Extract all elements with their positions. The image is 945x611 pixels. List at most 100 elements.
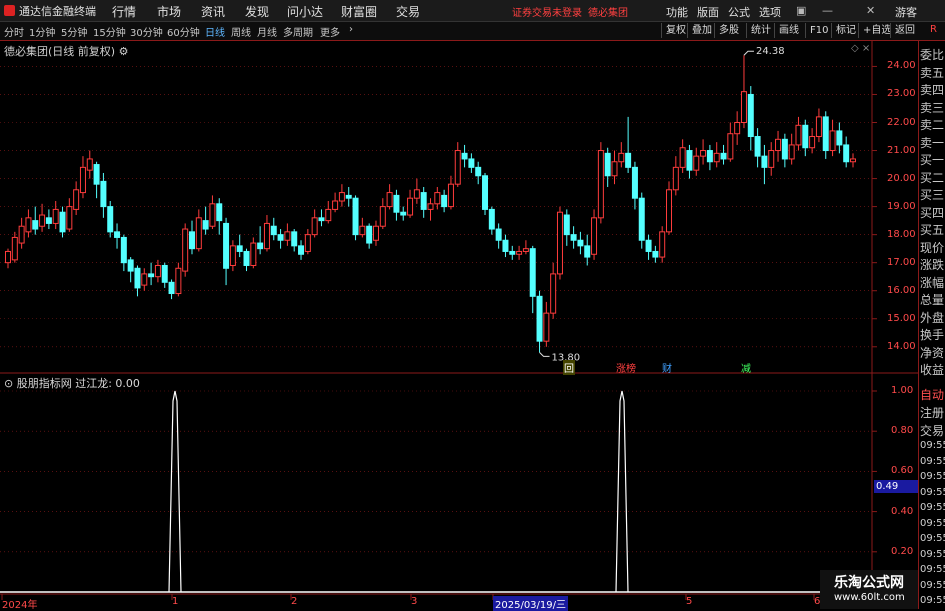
settings-gear-icon[interactable]: ⚙ [119, 45, 129, 58]
period-tab[interactable]: 日线 [205, 24, 225, 39]
candle-body [672, 166, 679, 191]
menu-item[interactable]: 交易 [396, 3, 420, 20]
period-tab[interactable]: 周线 [231, 24, 251, 39]
menu-item[interactable]: 问小达 [287, 3, 323, 20]
menu-right-item[interactable]: 版面 [697, 4, 719, 20]
event-marker[interactable]: 涨榜 [616, 360, 636, 375]
period-tab[interactable]: 60分钟 [167, 24, 200, 39]
candle-body [788, 144, 795, 160]
candle-body [468, 158, 475, 168]
quote-field-label: 卖三 [920, 100, 945, 115]
quote-field-label: 净资 [920, 345, 945, 360]
candle-body [645, 239, 652, 252]
quote-field-label: 收益 [920, 363, 945, 377]
panel-button[interactable]: 注册 [920, 404, 944, 421]
candle-body [550, 273, 557, 314]
menu-right-item[interactable]: 游客 [895, 4, 917, 20]
quote-field-label: 买四 [920, 205, 945, 220]
indicator-axis-tick: 0.60 [891, 465, 914, 477]
indicator-axis-tick: 1.00 [891, 385, 914, 396]
toolbar-button[interactable]: 画线 [774, 23, 803, 38]
period-tab[interactable]: 月线 [257, 24, 277, 39]
login-notice[interactable]: 证券交易未登录 [512, 4, 582, 19]
candle-body [86, 158, 93, 171]
chart-area: 24.3813.80 [0, 41, 918, 609]
date-axis-tick: 1 [172, 596, 179, 607]
menu-item[interactable]: 资讯 [201, 3, 225, 20]
price-axis-tick: 20.00 [887, 172, 916, 184]
candle-body [66, 206, 73, 230]
menu-right-item[interactable]: 功能 [666, 4, 688, 20]
event-marker[interactable]: 减 [741, 360, 751, 375]
stock-notice[interactable]: 德必集团 [588, 4, 628, 19]
minimize-icon[interactable]: — [822, 4, 833, 17]
close-icon[interactable]: ✕ [866, 4, 875, 17]
menu-item[interactable]: 财富圈 [341, 3, 377, 20]
event-marker[interactable]: 回 [563, 360, 575, 375]
toolbar-button[interactable]: 统计 [746, 23, 775, 38]
period-tab[interactable]: 15分钟 [93, 24, 126, 39]
menu-right-item[interactable]: 选项 [759, 4, 781, 20]
toolbar-button[interactable]: F10 [805, 23, 832, 38]
trade-time: 09:55 [920, 548, 945, 560]
period-tab[interactable]: 30分钟 [130, 24, 163, 39]
candle-body [195, 217, 202, 250]
toolbar-button[interactable]: 多股 [714, 23, 743, 38]
stock-label-text: 德必集团(日线 前复权) [4, 45, 116, 58]
candle-body [625, 152, 632, 168]
trade-time: 09:55 [920, 502, 945, 513]
watermark-url: www.60lt.com [834, 592, 905, 603]
indicator-toggle-icon[interactable]: ⊙ [4, 377, 17, 390]
more-chevron-icon[interactable]: › [349, 24, 353, 35]
candle-body [454, 150, 461, 185]
candle-body [175, 267, 182, 295]
candle-body [52, 208, 59, 224]
event-marker[interactable]: 财 [662, 360, 672, 375]
panel-button[interactable]: 自动 [920, 386, 944, 403]
skin-icon[interactable]: ▣ [796, 4, 806, 17]
candle-body [488, 208, 495, 230]
menu-item[interactable]: 市场 [157, 3, 181, 20]
candle-body [427, 203, 434, 210]
trade-time: 09:55 [920, 486, 945, 498]
candle-body [120, 236, 127, 264]
candle-body [638, 197, 645, 241]
toolbar-button[interactable]: 叠加 [687, 23, 716, 38]
right-panel-letter[interactable]: R [930, 24, 937, 35]
period-tab[interactable]: 1分钟 [29, 24, 55, 39]
candle-body [618, 152, 625, 163]
candle-body [502, 239, 509, 252]
candle-body [815, 116, 822, 138]
trade-time: 09:55 [920, 440, 945, 451]
period-tab[interactable]: 分时 [4, 24, 24, 39]
indicator-axis-tick: 0.20 [891, 545, 914, 557]
menu-right-item[interactable]: 公式 [728, 4, 750, 20]
indicator-header: ⊙ 股朋指标网 过江龙: 0.00 [4, 375, 140, 391]
signal-spike [168, 390, 182, 593]
candle-body [202, 220, 209, 230]
candle-body [413, 189, 420, 199]
toolbar-button[interactable]: 标记 [831, 23, 860, 38]
menu-item[interactable]: 发现 [245, 3, 269, 20]
candle-body [59, 211, 66, 233]
candle-body [461, 152, 468, 160]
indicator-name[interactable]: 股朋指标网 [17, 377, 72, 390]
candle-body [45, 217, 52, 224]
panel-button[interactable]: 交易 [920, 422, 944, 439]
toolbar-button[interactable]: 返回 [890, 23, 919, 38]
candle-body [522, 248, 529, 252]
indicator-axis-tick: 0.40 [891, 505, 914, 517]
period-tab[interactable]: 5分钟 [61, 24, 87, 39]
candle-body [495, 228, 502, 241]
current-value-badge: 0.49 [874, 480, 918, 493]
period-tab[interactable]: 更多 [320, 24, 340, 39]
menu-item[interactable]: 行情 [112, 3, 136, 20]
candle-body [652, 250, 659, 258]
period-tab[interactable]: 多周期 [283, 24, 313, 39]
toolbar-button[interactable]: 复权 [661, 23, 690, 38]
candle-body [843, 144, 850, 163]
price-axis-tick: 24.00 [887, 60, 916, 72]
candle-body [243, 250, 250, 266]
chart-options-icon[interactable]: ◇ × [851, 43, 870, 54]
candle-body [700, 150, 707, 157]
